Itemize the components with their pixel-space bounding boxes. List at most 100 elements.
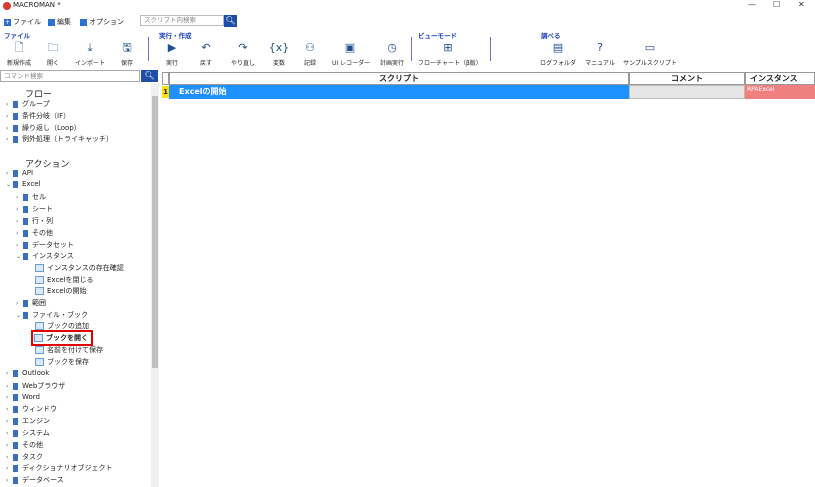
tree-node[interactable]: › Word <box>6 393 40 401</box>
record-button[interactable]: ⚇ 記録 <box>292 41 328 67</box>
node-label: 行・列 <box>32 217 53 225</box>
log-folder-button[interactable]: ▤ ログフォルダ <box>540 41 576 67</box>
comment-cell[interactable] <box>629 85 745 99</box>
command-search-button[interactable]: 🔍︎ <box>141 70 158 82</box>
tree-node[interactable]: › エンジン <box>6 416 50 426</box>
action-item[interactable]: インスタンスの存在確認 <box>35 263 124 273</box>
node-label: シート <box>32 205 53 213</box>
action-icon <box>35 358 44 366</box>
menu-options[interactable]: オプション <box>80 17 124 27</box>
action-item[interactable]: 名前を付けて保存 <box>35 345 103 355</box>
action-label: Excelを閉じる <box>47 276 94 284</box>
node-label: 条件分岐（IF） <box>22 112 71 120</box>
script-search-button[interactable]: 🔍︎ <box>224 15 237 27</box>
action-item[interactable]: ブックの追加 <box>35 321 89 331</box>
tree-node[interactable]: › ウィンドウ <box>6 404 57 414</box>
maximize-button[interactable]: ☐ <box>773 0 780 9</box>
flowchart-button[interactable]: ⊞ フローチャート（β版） <box>418 41 482 67</box>
new-button[interactable]: 🗋 新規作成 <box>1 41 37 67</box>
tree-node[interactable]: › API <box>6 169 33 177</box>
tree-node[interactable]: ⌄ ファイル・ブック <box>16 310 88 320</box>
tree-node[interactable]: › データセット <box>16 240 74 250</box>
undo-label: 戻す <box>199 60 212 67</box>
ribbon-separator <box>490 37 491 61</box>
window-title: MACROMAN * <box>13 1 61 9</box>
search-icon: 🔍︎ <box>225 16 236 25</box>
minimize-button[interactable]: — <box>748 0 756 9</box>
group-view-label: ビューモード <box>418 32 457 40</box>
instance-cell[interactable]: RPAExcel <box>745 85 815 99</box>
instance-column-header[interactable]: インスタンス <box>745 72 815 85</box>
bookmark-icon <box>13 417 18 425</box>
schedule-button[interactable]: ◷ 計画実行 <box>374 41 410 67</box>
bookmark-icon <box>23 205 28 213</box>
chevron-right-icon: › <box>6 393 9 401</box>
tree-node[interactable]: › シート <box>16 204 53 214</box>
tree-node[interactable]: › 範囲 <box>16 298 46 308</box>
open-button[interactable]: 🗀 開く <box>35 41 71 67</box>
action-item[interactable]: ブックを保存 <box>35 357 89 367</box>
tree-node[interactable]: › Webブラウザ <box>6 381 65 391</box>
tree-node[interactable]: ⌄ インスタンス <box>16 251 74 261</box>
menu-edit[interactable]: 編集 <box>48 17 71 27</box>
tree-node[interactable]: › グループ <box>6 99 50 109</box>
tree-node[interactable]: › Outlook <box>6 369 49 377</box>
menu-file[interactable]: + ファイル <box>4 17 41 27</box>
app-icon <box>3 2 11 10</box>
menu-bar: + ファイル 編集 オプション <box>0 15 815 29</box>
chevron-right-icon: › <box>6 382 9 390</box>
action-label: ブックを開く <box>46 334 88 342</box>
script-search-input[interactable]: スクリプト内検索 <box>140 15 224 26</box>
command-search-input[interactable]: コマンド検索 <box>0 70 140 82</box>
action-icon <box>34 334 43 342</box>
tree-node[interactable]: › タスク <box>6 452 43 462</box>
undo-button[interactable]: ↶ 戻す <box>188 41 224 67</box>
tree-node[interactable]: › システム <box>6 428 50 438</box>
action-item[interactable]: Excelを閉じる <box>35 275 94 285</box>
group-file-label: ファイル <box>4 32 30 40</box>
tree-node[interactable]: › 行・列 <box>16 216 53 226</box>
recorder-icon: ▣ <box>344 41 356 54</box>
node-label: 繰り返し（Loop） <box>22 124 81 132</box>
flowchart-icon: ⊞ <box>443 41 453 54</box>
plus-icon: + <box>4 18 11 26</box>
ui-recorder-button[interactable]: ▣ UI レコーダー <box>332 41 370 67</box>
tree-node[interactable]: › その他 <box>6 440 43 450</box>
import-button[interactable]: ⤓ インポート <box>72 41 108 67</box>
menu-edit-label: 編集 <box>57 18 71 26</box>
tree-node[interactable]: ⌄ Excel <box>6 180 41 188</box>
flowchart-label: フローチャート（β版） <box>418 60 482 67</box>
bookmark-icon <box>13 382 18 390</box>
save-button[interactable]: 🖫 保存 <box>109 41 145 67</box>
bookmark-icon <box>13 429 18 437</box>
tree-node[interactable]: › ディクショナリオブジェクト <box>6 463 113 473</box>
chevron-right-icon: › <box>6 441 9 449</box>
tree-node[interactable]: › セル <box>16 192 46 202</box>
script-cell[interactable]: Excelの開始 <box>169 85 629 99</box>
tree-node[interactable]: › 例外処理（トライキャッチ） <box>6 134 113 144</box>
redo-icon: ↷ <box>238 41 248 54</box>
ribbon-separator <box>148 37 149 61</box>
bookmark-icon <box>23 241 28 249</box>
tree-scroll-thumb[interactable] <box>152 96 158 368</box>
redo-button[interactable]: ↷ やり直し <box>225 41 261 67</box>
bookmark-icon <box>13 369 18 377</box>
tree-node[interactable]: › データベース <box>6 475 64 485</box>
comment-column-header[interactable]: コメント <box>629 72 745 85</box>
close-button[interactable]: ✕ <box>798 0 805 9</box>
tree-node[interactable]: › その他 <box>16 228 53 238</box>
node-label: 例外処理（トライキャッチ） <box>22 135 113 143</box>
node-label: API <box>22 169 34 177</box>
row-number[interactable]: 1 <box>162 86 169 98</box>
script-column-header[interactable]: スクリプト <box>169 72 629 85</box>
sample-button[interactable]: ▭ サンプルスクリプト <box>622 41 678 67</box>
tree-node[interactable]: › 繰り返し（Loop） <box>6 123 81 133</box>
edit-icon <box>48 18 55 26</box>
action-item-selected[interactable]: ブックを開く <box>31 330 93 346</box>
tree-node[interactable]: › 条件分岐（IF） <box>6 111 70 121</box>
manual-button[interactable]: ? マニュアル <box>582 41 618 67</box>
bookmark-icon <box>23 299 28 307</box>
action-item[interactable]: Excelの開始 <box>35 286 87 296</box>
run-button[interactable]: ▶ 実行 <box>154 41 190 67</box>
bookmark-icon <box>13 464 18 472</box>
